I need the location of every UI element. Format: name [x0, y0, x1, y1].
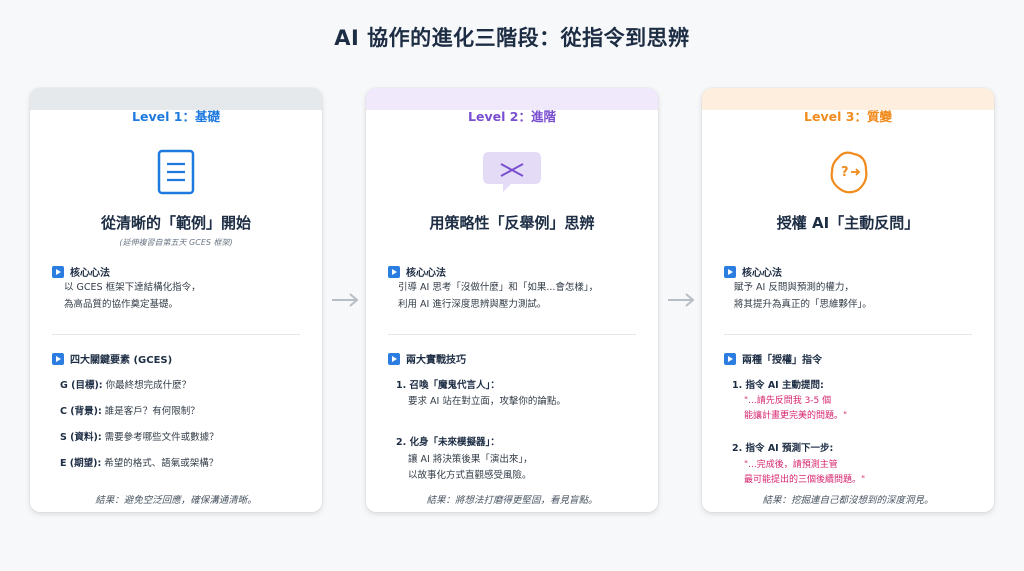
core-text: 賦予 AI 反問與預測的權力， 將其提升為真正的「思維夥伴」。 — [734, 279, 872, 313]
gces-item: S (資料): 需要參考哪些文件或數據？ — [60, 432, 219, 443]
quote-line: 能讓計畫更完美的問題。" — [744, 411, 848, 421]
step-body: 讓 AI 將決策後果「演出來」， 以故事化方式直觀感受風險。 — [408, 452, 533, 484]
core-line: 引導 AI 思考「沒做什麼」和「如果...會怎樣」， — [398, 282, 599, 293]
core-text: 引導 AI 思考「沒做什麼」和「如果...會怎樣」， 利用 AI 進行深度思辨與… — [398, 279, 598, 313]
core-line: 將其提升為真正的「思維夥伴」。 — [734, 299, 872, 310]
card-footer: 結果：避免空泛回應，確保溝通清晰。 — [95, 495, 257, 506]
gces-item: C (背景): 誰是客戶？有何限制？ — [60, 406, 200, 417]
play-icon — [388, 352, 400, 365]
page-title: AI 協作的進化三階段：從指令到思辨 — [334, 26, 690, 50]
play-icon — [724, 265, 736, 278]
level-1-card: Level 1：基礎 從清晰的「範例」開始 (延伸複習自第五天 GCES 框架)… — [30, 88, 322, 512]
thought-question-icon: ? — [702, 148, 994, 196]
gces-item: E (期望): 希望的格式、語氣或架構？ — [60, 458, 219, 469]
core-heading: 核心心法 — [388, 264, 446, 279]
card-footer: 結果：挖掘連自己都沒想到的深度洞見。 — [762, 495, 934, 506]
quote-line: "...完成後，請預測主管 — [744, 460, 838, 470]
divider — [388, 334, 636, 335]
right-arrow-icon — [332, 293, 359, 307]
step-title: 2. 化身「未來模擬器」： — [396, 437, 500, 448]
core-heading-label: 核心心法 — [70, 268, 110, 279]
step-title: 1. 指令 AI 主動提問: — [732, 380, 824, 391]
techniques-heading: 兩大實戰技巧 — [388, 351, 466, 366]
card-subtitle: (延伸複習自第五天 GCES 框架) — [119, 238, 233, 247]
card-title: 從清晰的「範例」開始 — [100, 214, 251, 232]
level-3-card: Level 3：質變 ? 授權 AI「主動反問」 核心心法 賦予 AI 反問與預… — [702, 88, 994, 512]
core-line: 為高品質的協作奠定基礎。 — [64, 299, 179, 310]
svg-text:?: ? — [841, 165, 849, 180]
quote-text: "...請先反問我 3-5 個 能讓計畫更完美的問題。" — [744, 394, 847, 424]
core-heading-label: 核心心法 — [742, 268, 782, 279]
divider — [52, 334, 300, 335]
quote-line: "...請先反問我 3-5 個 — [744, 396, 832, 406]
card-title: 授權 AI「主動反問」 — [776, 214, 920, 232]
level-label: Level 2：進階 — [468, 109, 556, 124]
card-footer: 結果：將想法打磨得更堅固，看見盲點。 — [426, 495, 598, 506]
level-2-card: Level 2：進階 用策略性「反舉例」思辨 核心心法 引導 AI 思考「沒做什… — [366, 88, 658, 512]
step-line: 以故事化方式直觀感受風險。 — [408, 470, 532, 481]
level-label: Level 3：質變 — [804, 109, 892, 124]
right-arrow-icon — [668, 293, 695, 307]
play-icon — [52, 265, 64, 278]
step-title: 1. 召喚「魔鬼代言人」： — [396, 380, 500, 391]
level-label: Level 1：基礎 — [132, 109, 220, 124]
core-heading: 核心心法 — [724, 264, 782, 279]
document-icon — [30, 148, 322, 196]
quote-line: 最可能提出的三個後續問題。" — [744, 475, 866, 485]
commands-heading-label: 兩種「授權」指令 — [742, 355, 822, 366]
play-icon — [724, 352, 736, 365]
gces-heading: 四大關鍵要素 (GCES) — [52, 351, 172, 366]
core-heading-label: 核心心法 — [406, 268, 446, 279]
step-title: 2. 指令 AI 預測下一步: — [732, 443, 834, 454]
core-line: 利用 AI 進行深度思辨與壓力測試。 — [398, 299, 547, 310]
card-title: 用策略性「反舉例」思辨 — [429, 214, 595, 232]
gces-item: G (目標): 你最終想完成什麼？ — [60, 380, 192, 391]
core-line: 以 GCES 框架下達結構化指令， — [64, 282, 201, 293]
core-heading: 核心心法 — [52, 264, 110, 279]
commands-heading: 兩種「授權」指令 — [724, 351, 822, 366]
chat-bubble-icon — [366, 148, 658, 196]
play-icon — [52, 352, 64, 365]
core-text: 以 GCES 框架下達結構化指令， 為高品質的協作奠定基礎。 — [64, 279, 201, 313]
gces-heading-label: 四大關鍵要素 (GCES) — [70, 355, 173, 366]
quote-text: "...完成後，請預測主管 最可能提出的三個後續問題。" — [744, 458, 865, 488]
step-line: 讓 AI 將決策後果「演出來」， — [408, 454, 533, 465]
step-body: 要求 AI 站在對立面，攻擊你的論點。 — [408, 394, 566, 410]
divider — [724, 334, 972, 335]
step-line: 要求 AI 站在對立面，攻擊你的論點。 — [408, 396, 566, 407]
techniques-heading-label: 兩大實戰技巧 — [406, 355, 466, 366]
play-icon — [388, 265, 400, 278]
core-line: 賦予 AI 反問與預測的權力， — [734, 282, 854, 293]
